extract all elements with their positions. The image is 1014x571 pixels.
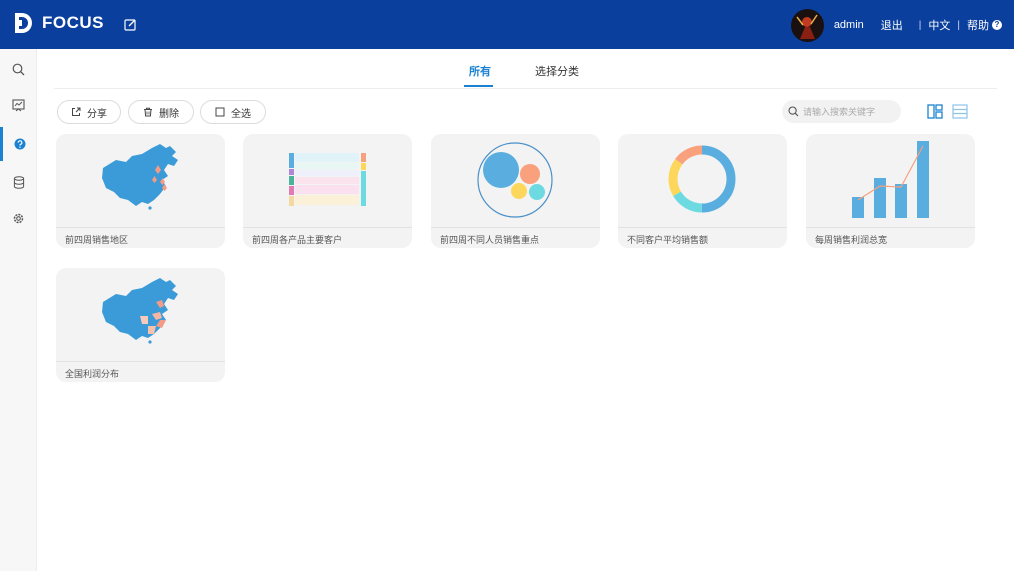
user-area: admin 退出 | 中文 | 帮助 ? [790, 8, 1002, 42]
chart-card[interactable]: 全国利润分布 [56, 268, 225, 382]
delete-button[interactable]: 删除 [128, 100, 194, 124]
chart-card[interactable]: 每周销售利润总宽 [806, 134, 975, 248]
card-title: 前四周各产品主要客户 [252, 235, 343, 245]
sidebar-item-search[interactable] [0, 52, 37, 86]
chart-card[interactable]: 不同客户平均销售额 [618, 134, 787, 248]
card-view-icon[interactable] [927, 104, 943, 119]
question-icon [14, 138, 26, 150]
delete-label: 删除 [159, 108, 179, 120]
category-tabs: 所有 选择分类 [37, 49, 1014, 89]
card-title: 前四周不同人员销售重点 [440, 235, 540, 245]
active-tab-indicator [464, 85, 493, 87]
chart-card[interactable]: 前四周销售地区 [56, 134, 225, 248]
sidebar-item-database[interactable] [0, 165, 37, 199]
edit-icon[interactable] [124, 18, 137, 31]
china-map-thumbnail [102, 144, 178, 210]
sankey-thumbnail [289, 153, 366, 206]
search-icon [788, 106, 799, 117]
logout-link[interactable]: 退出 [881, 17, 903, 33]
chart-card[interactable]: 前四周各产品主要客户 [243, 134, 412, 248]
help-link[interactable]: 帮助 [967, 17, 989, 33]
top-bar: FOCUS admin 退出 | 中文 | 帮助 ? [0, 0, 1014, 49]
checkbox-icon [215, 107, 225, 117]
card-title: 不同客户平均销售额 [627, 235, 709, 245]
bubble-chart-thumbnail [477, 142, 553, 218]
language-switch[interactable]: 中文 [928, 17, 950, 33]
tab-all[interactable]: 所有 [469, 63, 491, 79]
tabs-divider [54, 88, 997, 89]
dashboard-icon [12, 98, 25, 111]
sidebar-item-settings[interactable] [0, 201, 37, 235]
search-input[interactable] [803, 106, 893, 117]
tab-select-category[interactable]: 选择分类 [535, 63, 579, 79]
chart-card[interactable]: 前四周不同人员销售重点 [431, 134, 600, 248]
trash-icon [144, 107, 152, 117]
card-title: 每周销售利润总宽 [815, 235, 888, 245]
gear-icon [13, 213, 24, 223]
card-title: 前四周销售地区 [65, 235, 129, 245]
avatar[interactable] [790, 8, 824, 42]
share-label: 分享 [87, 108, 107, 120]
bar-line-chart-thumbnail [852, 141, 929, 218]
card-title: 全国利润分布 [65, 369, 120, 379]
sidebar-item-questions[interactable] [0, 127, 37, 161]
select-all-button[interactable]: 全选 [200, 100, 266, 124]
focus-logo-icon [15, 13, 32, 33]
search-box [782, 100, 901, 123]
database-icon [13, 175, 24, 189]
header-separator: | [918, 19, 922, 31]
share-button[interactable]: 分享 [57, 100, 121, 124]
donut-chart-thumbnail [668, 145, 736, 213]
select-all-label: 全选 [231, 108, 251, 120]
share-icon [72, 107, 81, 116]
sidebar [0, 49, 37, 571]
sidebar-item-dashboard[interactable] [0, 88, 37, 122]
user-name[interactable]: admin [834, 19, 864, 31]
help-icon[interactable]: ? [992, 20, 1002, 30]
brand-name: FOCUS [42, 13, 104, 32]
logo[interactable]: FOCUS [13, 12, 104, 34]
list-view-icon[interactable] [952, 104, 968, 119]
header-separator: | [957, 19, 960, 31]
search-icon [12, 63, 25, 75]
china-heatmap-thumbnail [102, 278, 178, 344]
